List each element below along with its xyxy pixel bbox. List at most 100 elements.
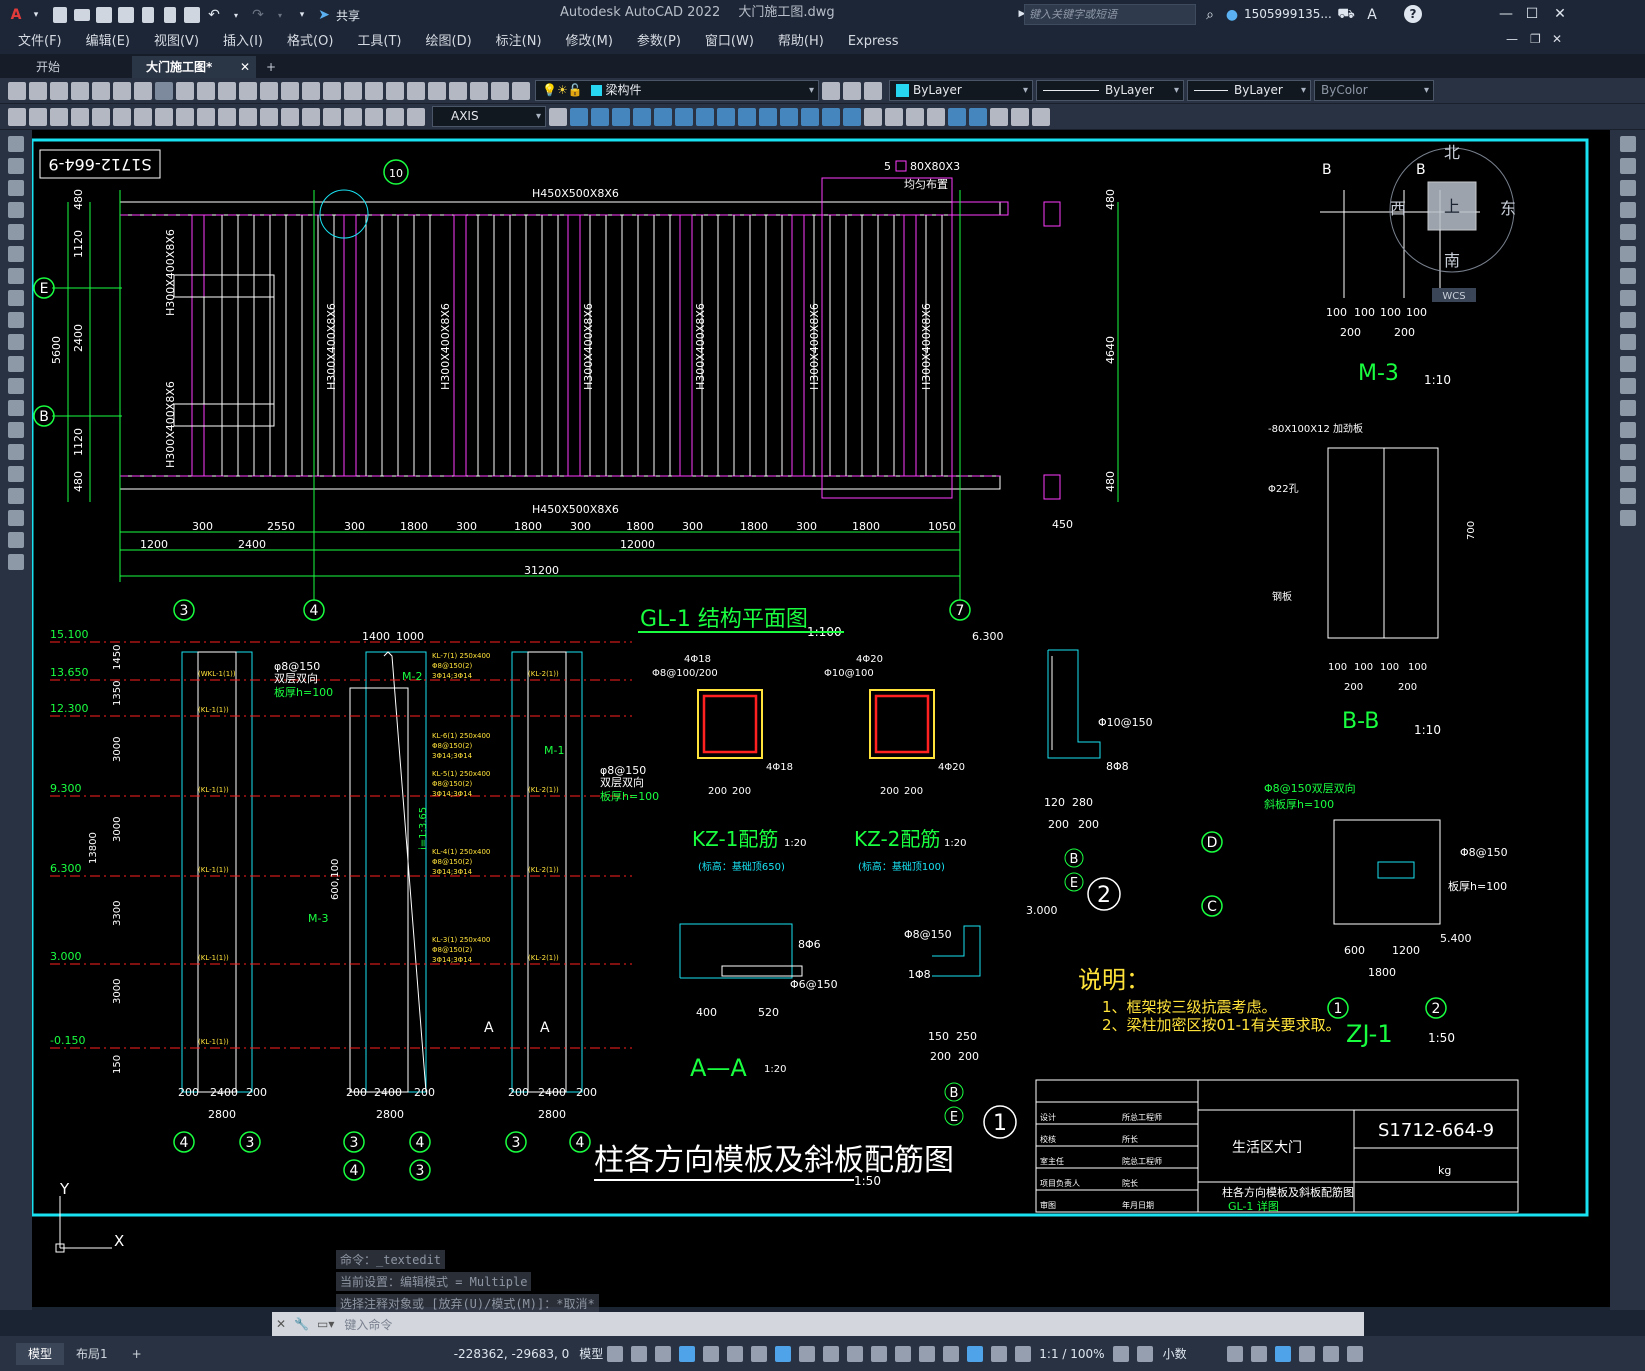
lineweight-icon[interactable] <box>799 1345 816 1362</box>
linear-dim-icon[interactable] <box>8 107 26 126</box>
share-icon[interactable]: ➤ <box>314 5 334 25</box>
layer-dropdown[interactable]: 💡☀🔓 梁构件 ▾ <box>535 80 819 101</box>
auto-scale-icon[interactable] <box>991 1345 1008 1362</box>
linetype-dropdown[interactable]: ByLayer ▾ <box>1036 80 1184 101</box>
isolate-icon[interactable] <box>1274 1345 1291 1362</box>
polar-icon[interactable] <box>703 1345 720 1362</box>
save-icon[interactable] <box>94 5 114 25</box>
blend-icon[interactable] <box>1619 488 1636 504</box>
aligned-dim-icon[interactable] <box>29 107 47 126</box>
undo-dropdown-icon[interactable]: ▾ <box>226 5 246 25</box>
osnap-icon[interactable] <box>775 1345 792 1362</box>
tab-drawing[interactable]: 大门施工图* ✕ <box>132 56 256 78</box>
view-icon-19[interactable] <box>948 107 966 126</box>
calculator-icon[interactable] <box>470 81 488 100</box>
menu-item-9[interactable]: 参数(P) <box>625 30 693 54</box>
break-icon[interactable] <box>260 107 278 126</box>
otrack-icon[interactable] <box>751 1345 768 1362</box>
array-icon[interactable] <box>1619 224 1636 240</box>
view-icon-11[interactable] <box>780 107 798 126</box>
textstyle-dropdown[interactable]: AXIS ▾ <box>432 106 546 127</box>
angular-icon[interactable] <box>155 107 173 126</box>
cmd-recent-icon[interactable]: ▭▾ <box>317 1317 334 1331</box>
new-icon[interactable] <box>8 81 26 100</box>
cut-icon[interactable] <box>155 81 173 100</box>
grid-icon[interactable] <box>607 1345 624 1362</box>
view-icon-14[interactable] <box>843 107 861 126</box>
menu-item-8[interactable]: 修改(M) <box>554 30 625 54</box>
jog-line-icon[interactable] <box>344 107 362 126</box>
infer-icon[interactable] <box>655 1345 672 1362</box>
zoom-window-icon[interactable] <box>323 81 341 100</box>
annotation-scale-value[interactable]: 1:1 / 100% <box>1039 1347 1104 1361</box>
menu-item-12[interactable]: Express <box>836 30 911 54</box>
dynamic-ucs-icon[interactable] <box>895 1345 912 1362</box>
lineweight-dropdown[interactable]: ByLayer ▾ <box>1187 80 1311 101</box>
make-block-icon[interactable] <box>8 400 24 416</box>
circle-icon[interactable] <box>8 268 24 284</box>
trim-icon[interactable] <box>1619 334 1636 350</box>
zoom-prev-icon[interactable] <box>344 81 362 100</box>
3d-osnap-icon[interactable] <box>871 1345 888 1362</box>
gizmo-icon[interactable] <box>943 1345 960 1362</box>
view-icon-5[interactable] <box>654 107 672 126</box>
close-icon[interactable]: ✕ <box>1550 4 1570 24</box>
view-icon-7[interactable] <box>696 107 714 126</box>
clean-screen-icon[interactable] <box>1322 1345 1339 1362</box>
new-file-icon[interactable] <box>50 5 70 25</box>
view-icon-21[interactable] <box>990 107 1008 126</box>
doc-minimize-icon[interactable]: — <box>1506 32 1518 46</box>
jogged-icon[interactable] <box>113 107 131 126</box>
save-as-icon[interactable] <box>116 5 136 25</box>
menu-item-6[interactable]: 绘图(D) <box>414 30 484 54</box>
menu-item-7[interactable]: 标注(N) <box>484 30 554 54</box>
new-tab-button[interactable]: + <box>256 56 286 78</box>
space-icon[interactable] <box>239 107 257 126</box>
plot-icon[interactable] <box>71 81 89 100</box>
view-icon-2[interactable] <box>591 107 609 126</box>
revcloud-icon[interactable] <box>8 290 24 306</box>
autocad-logo-icon[interactable]: A <box>6 5 26 25</box>
stretch-icon[interactable] <box>1619 312 1636 328</box>
view-icon-3[interactable] <box>612 107 630 126</box>
extend-icon[interactable] <box>1619 356 1636 372</box>
add-selected-icon[interactable] <box>8 554 24 570</box>
match-icon[interactable] <box>218 81 236 100</box>
cmd-close-icon[interactable]: ✕ <box>276 1317 286 1331</box>
move-icon[interactable] <box>1619 246 1636 262</box>
design-center-icon[interactable] <box>386 81 404 100</box>
zoom-realtime-icon[interactable] <box>302 81 320 100</box>
annotation-monitor-icon[interactable] <box>1136 1345 1153 1362</box>
paste-icon[interactable] <box>197 81 215 100</box>
rotate-icon[interactable] <box>1619 268 1636 284</box>
publish-icon[interactable] <box>113 81 131 100</box>
menu-item-2[interactable]: 视图(V) <box>142 30 211 54</box>
ellipse-arc-icon[interactable] <box>8 356 24 372</box>
view-icon-20[interactable] <box>969 107 987 126</box>
view-icon-15[interactable] <box>864 107 882 126</box>
view-icon-16[interactable] <box>885 107 903 126</box>
scale-icon[interactable] <box>1619 290 1636 306</box>
table-icon[interactable] <box>8 510 24 526</box>
view-icon-23[interactable] <box>1032 107 1050 126</box>
tolerance-icon[interactable] <box>281 107 299 126</box>
help-icon[interactable]: ? <box>1404 5 1422 23</box>
view-icon-10[interactable] <box>759 107 777 126</box>
view-icon-17[interactable] <box>906 107 924 126</box>
save-web-icon[interactable] <box>160 5 180 25</box>
insert-block-icon[interactable] <box>8 378 24 394</box>
hatch-icon[interactable] <box>8 444 24 460</box>
pan-icon[interactable] <box>281 81 299 100</box>
inspect-icon[interactable] <box>323 107 341 126</box>
autodesk-app-icon[interactable]: A <box>1362 5 1382 25</box>
tool-palette-icon[interactable] <box>407 81 425 100</box>
tab-start[interactable]: 开始 <box>22 56 132 78</box>
continue-icon[interactable] <box>218 107 236 126</box>
tab-model[interactable]: 模型 <box>16 1342 65 1365</box>
minimize-icon[interactable]: — <box>1496 4 1516 24</box>
view-icon-8[interactable] <box>717 107 735 126</box>
3d-icon[interactable] <box>134 81 152 100</box>
annotation-scale-icon[interactable] <box>1015 1345 1032 1362</box>
plot-icon[interactable] <box>182 5 202 25</box>
menu-item-3[interactable]: 插入(I) <box>211 30 275 54</box>
